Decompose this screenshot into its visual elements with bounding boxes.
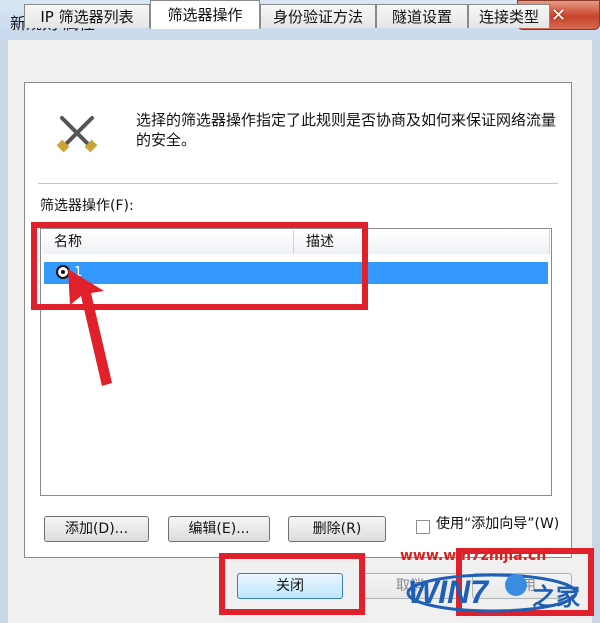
- use-wizard-checkbox[interactable]: [416, 520, 430, 534]
- watermark-url: www.win7zhijia.cn: [400, 548, 547, 564]
- tab-authentication-methods[interactable]: 身份验证方法: [260, 4, 376, 28]
- tab-connection-type[interactable]: 连接类型: [468, 4, 550, 28]
- annotation-box-close: [219, 553, 365, 615]
- tab-ip-filter-list[interactable]: IP 筛选器列表: [24, 4, 150, 28]
- rule-description: 选择的筛选器操作指定了此规则是否协商及如何来保证网络流量的安全。: [136, 111, 557, 149]
- annotation-arrow: [68, 269, 112, 386]
- crossed-tools-icon: [56, 116, 98, 153]
- svg-text:WIN7: WIN7: [408, 574, 490, 610]
- filter-action-list-label: 筛选器操作(F):: [40, 198, 134, 214]
- divider: [38, 183, 558, 184]
- remove-button[interactable]: 删除(R): [288, 516, 386, 542]
- add-button[interactable]: 添加(D)...: [44, 516, 149, 542]
- edit-button[interactable]: 编辑(E)...: [168, 516, 270, 542]
- tab-filter-action[interactable]: 筛选器操作: [150, 0, 260, 29]
- tab-tunnel-settings[interactable]: 隧道设置: [376, 4, 468, 28]
- svg-text:之家: 之家: [532, 583, 580, 611]
- use-wizard-label: 使用“添加向导”(W): [436, 516, 560, 532]
- watermark-logo: WIN7 之家: [406, 573, 580, 613]
